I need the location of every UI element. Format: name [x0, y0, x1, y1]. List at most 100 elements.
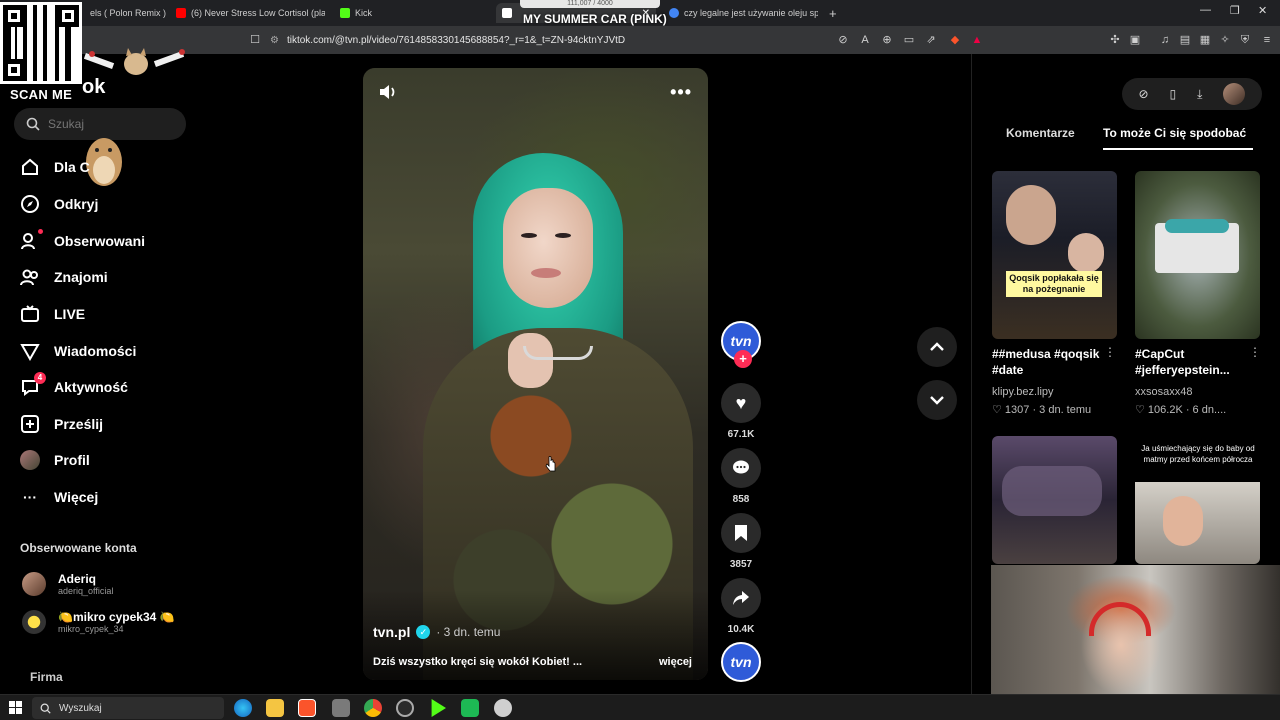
leo-icon[interactable]: ✧: [1218, 33, 1232, 47]
zoom-icon[interactable]: ⊕: [880, 33, 894, 47]
video-content: [531, 268, 561, 278]
nav-item-live[interactable]: LIVE: [20, 301, 85, 327]
app-icon[interactable]: [494, 699, 512, 717]
friends-icon: [20, 267, 40, 287]
brave-shield-icon[interactable]: ◆: [948, 33, 962, 47]
nav-item-friends[interactable]: Znajomi: [20, 264, 108, 290]
taskbar-search[interactable]: Wyszukaj: [32, 697, 224, 719]
video-author-line[interactable]: tvn.pl ✓ · 3 dn. temu: [373, 624, 500, 640]
recommended-stats: ♡ 1307 · 3 dn. temu: [992, 404, 1092, 416]
followed-account[interactable]: Aderiq aderiq_official: [22, 567, 113, 601]
coin-icon[interactable]: ⊘: [1139, 87, 1149, 101]
followed-accounts-title: Obserwowane konta: [20, 541, 137, 555]
download-icon[interactable]: ⤓: [1197, 87, 1202, 102]
nav-item-explore[interactable]: Odkryj: [20, 191, 98, 217]
rewards-icon[interactable]: ▲: [970, 33, 984, 47]
nav-item-activity[interactable]: 4 Aktywność: [20, 372, 128, 400]
previous-video-button[interactable]: [917, 327, 957, 367]
chrome-icon[interactable]: [364, 699, 382, 717]
edge-icon[interactable]: [234, 699, 252, 717]
like-button[interactable]: ♥ 67.1K: [721, 383, 761, 440]
browser-tab[interactable]: (6) Never Stress Low Cortisol (playlist: [170, 3, 325, 23]
recommended-thumbnail[interactable]: [992, 436, 1117, 564]
new-tab-button[interactable]: +: [823, 3, 843, 23]
nav-item-for-you[interactable]: Dla C: [20, 154, 90, 180]
nav-item-upload[interactable]: Prześlij: [20, 411, 103, 437]
obs-icon[interactable]: [396, 699, 414, 717]
followed-account[interactable]: 🍋​mikro cypek34 🍋 mikro_cypek_34: [22, 605, 175, 639]
sidebar-icon[interactable]: ▤: [1178, 33, 1192, 47]
volume-icon[interactable]: [379, 84, 397, 105]
comment-button[interactable]: 858: [721, 448, 761, 505]
chevron-up-icon: [930, 342, 944, 351]
share-button[interactable]: 10.4K: [721, 578, 761, 635]
video-description: Dziś wszystko kręci się wokół Kobiet! ..…: [373, 656, 583, 668]
video-player[interactable]: ••• tvn.pl ✓ · 3 dn. temu Dziś wszystko …: [363, 68, 708, 680]
menu-icon[interactable]: ≡: [1260, 33, 1274, 47]
bookmark-icon[interactable]: [721, 513, 761, 553]
nav-item-following[interactable]: Obserwowani: [20, 228, 145, 254]
recommended-author[interactable]: xxsosaxx48: [1135, 386, 1192, 398]
app-icon[interactable]: [332, 699, 350, 717]
nav-item-profile[interactable]: Profil: [20, 447, 90, 473]
wallet-icon[interactable]: ▦: [1198, 33, 1212, 47]
url-field[interactable]: ⚙ tiktok.com/@tvn.pl/video/7614858330145…: [270, 30, 830, 50]
author-avatar-button[interactable]: tvn +: [721, 321, 761, 368]
translate-icon[interactable]: A: [858, 33, 872, 47]
extensions-icon[interactable]: ✣: [1108, 33, 1122, 47]
avatar-label: tvn: [730, 333, 752, 349]
nav-item-more[interactable]: ··· Więcej: [20, 484, 98, 510]
more-options-icon[interactable]: ⋮: [1104, 345, 1116, 359]
nav-item-messages[interactable]: Wiadomości: [20, 338, 136, 364]
reader-icon[interactable]: ⊘: [836, 33, 850, 47]
more-options-icon[interactable]: ⋮: [1249, 345, 1261, 359]
comment-icon[interactable]: [721, 448, 761, 488]
save-button[interactable]: 3857: [721, 513, 761, 570]
bookmark-icon[interactable]: ☐: [248, 33, 262, 47]
nav-label: Obserwowani: [54, 233, 146, 249]
app-icon[interactable]: [461, 699, 479, 717]
follow-plus-icon[interactable]: +: [734, 350, 752, 368]
recommended-stats: ♡ 106.2K · 6 dn....: [1135, 404, 1227, 416]
site-info-icon[interactable]: ⚙: [270, 35, 279, 46]
recommended-author[interactable]: klipy.bez.lipy: [992, 386, 1054, 398]
author-avatar[interactable]: tvn +: [721, 321, 761, 368]
music-disc-icon[interactable]: tvn: [721, 642, 761, 682]
restore-icon[interactable]: ❐: [1230, 4, 1240, 17]
tab-recommended[interactable]: To może Ci się spodobać: [1103, 126, 1246, 140]
recommended-thumbnail[interactable]: [1135, 171, 1260, 339]
windows-start-icon[interactable]: [9, 701, 22, 714]
vpn-icon[interactable]: ⛨: [1238, 33, 1252, 47]
footer-company-link[interactable]: Firma: [30, 670, 63, 684]
screenshot-icon[interactable]: ▣: [1128, 33, 1142, 47]
video-author[interactable]: tvn.pl: [373, 624, 410, 640]
video-options-icon[interactable]: •••: [670, 82, 692, 103]
browser-tab[interactable]: Kick: [334, 3, 484, 23]
browser-tab[interactable]: els ( Polon Remix ): [84, 3, 172, 23]
tiktok-logo[interactable]: ok: [82, 76, 105, 99]
user-avatar[interactable]: [1223, 83, 1246, 105]
nav-label: LIVE: [54, 306, 86, 322]
share-arrow-icon[interactable]: [721, 578, 761, 618]
share-icon[interactable]: ⇗: [924, 33, 938, 47]
youtube-icon: [176, 8, 186, 18]
brave-icon[interactable]: [298, 699, 316, 717]
minimize-icon[interactable]: —: [1200, 4, 1211, 16]
device-icon[interactable]: ▯: [1170, 87, 1177, 101]
tab-comments[interactable]: Komentarze: [1006, 126, 1075, 140]
heart-icon[interactable]: ♥: [721, 383, 761, 423]
file-explorer-icon[interactable]: [266, 699, 284, 717]
recommended-thumbnail[interactable]: Qoqsik popłakała się na pożegnanie: [992, 171, 1117, 339]
browser-tab[interactable]: czy legalne jest używanie oleju spoży: [663, 3, 818, 23]
chevron-down-icon: [930, 396, 944, 405]
next-video-button[interactable]: [917, 380, 957, 420]
video-more-link[interactable]: więcej: [659, 656, 692, 668]
recommended-title[interactable]: #CapCut #jefferyepstein...: [1135, 346, 1253, 378]
close-window-icon[interactable]: ✕: [1258, 4, 1267, 17]
sound-avatar-button[interactable]: tvn: [721, 642, 761, 682]
video-content: [503, 188, 593, 308]
play-app-icon[interactable]: [431, 699, 446, 717]
recommended-title[interactable]: ##medusa #qoqsik #date: [992, 346, 1110, 378]
cast-icon[interactable]: ▭: [902, 33, 916, 47]
media-icon[interactable]: ♫: [1158, 33, 1172, 47]
